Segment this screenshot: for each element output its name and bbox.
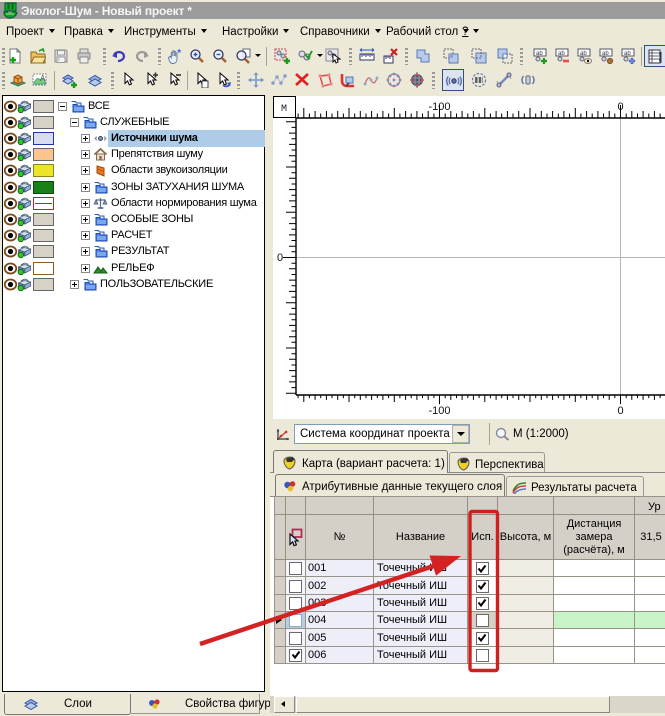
svg-text:-100: -100: [428, 405, 450, 417]
svg-text:0: 0: [277, 252, 283, 264]
svg-text:ab: ab: [558, 51, 565, 57]
svg-text:М: М: [281, 104, 287, 115]
svg-text:ab: ab: [580, 51, 587, 57]
svg-text:0: 0: [617, 101, 623, 113]
svg-text:0: 0: [617, 405, 623, 417]
svg-text:ab: ab: [602, 51, 609, 57]
svg-text:ab: ab: [624, 51, 631, 57]
svg-text:ab: ab: [536, 51, 543, 57]
svg-text:A: A: [40, 74, 46, 83]
svg-text:-100: -100: [428, 101, 450, 113]
